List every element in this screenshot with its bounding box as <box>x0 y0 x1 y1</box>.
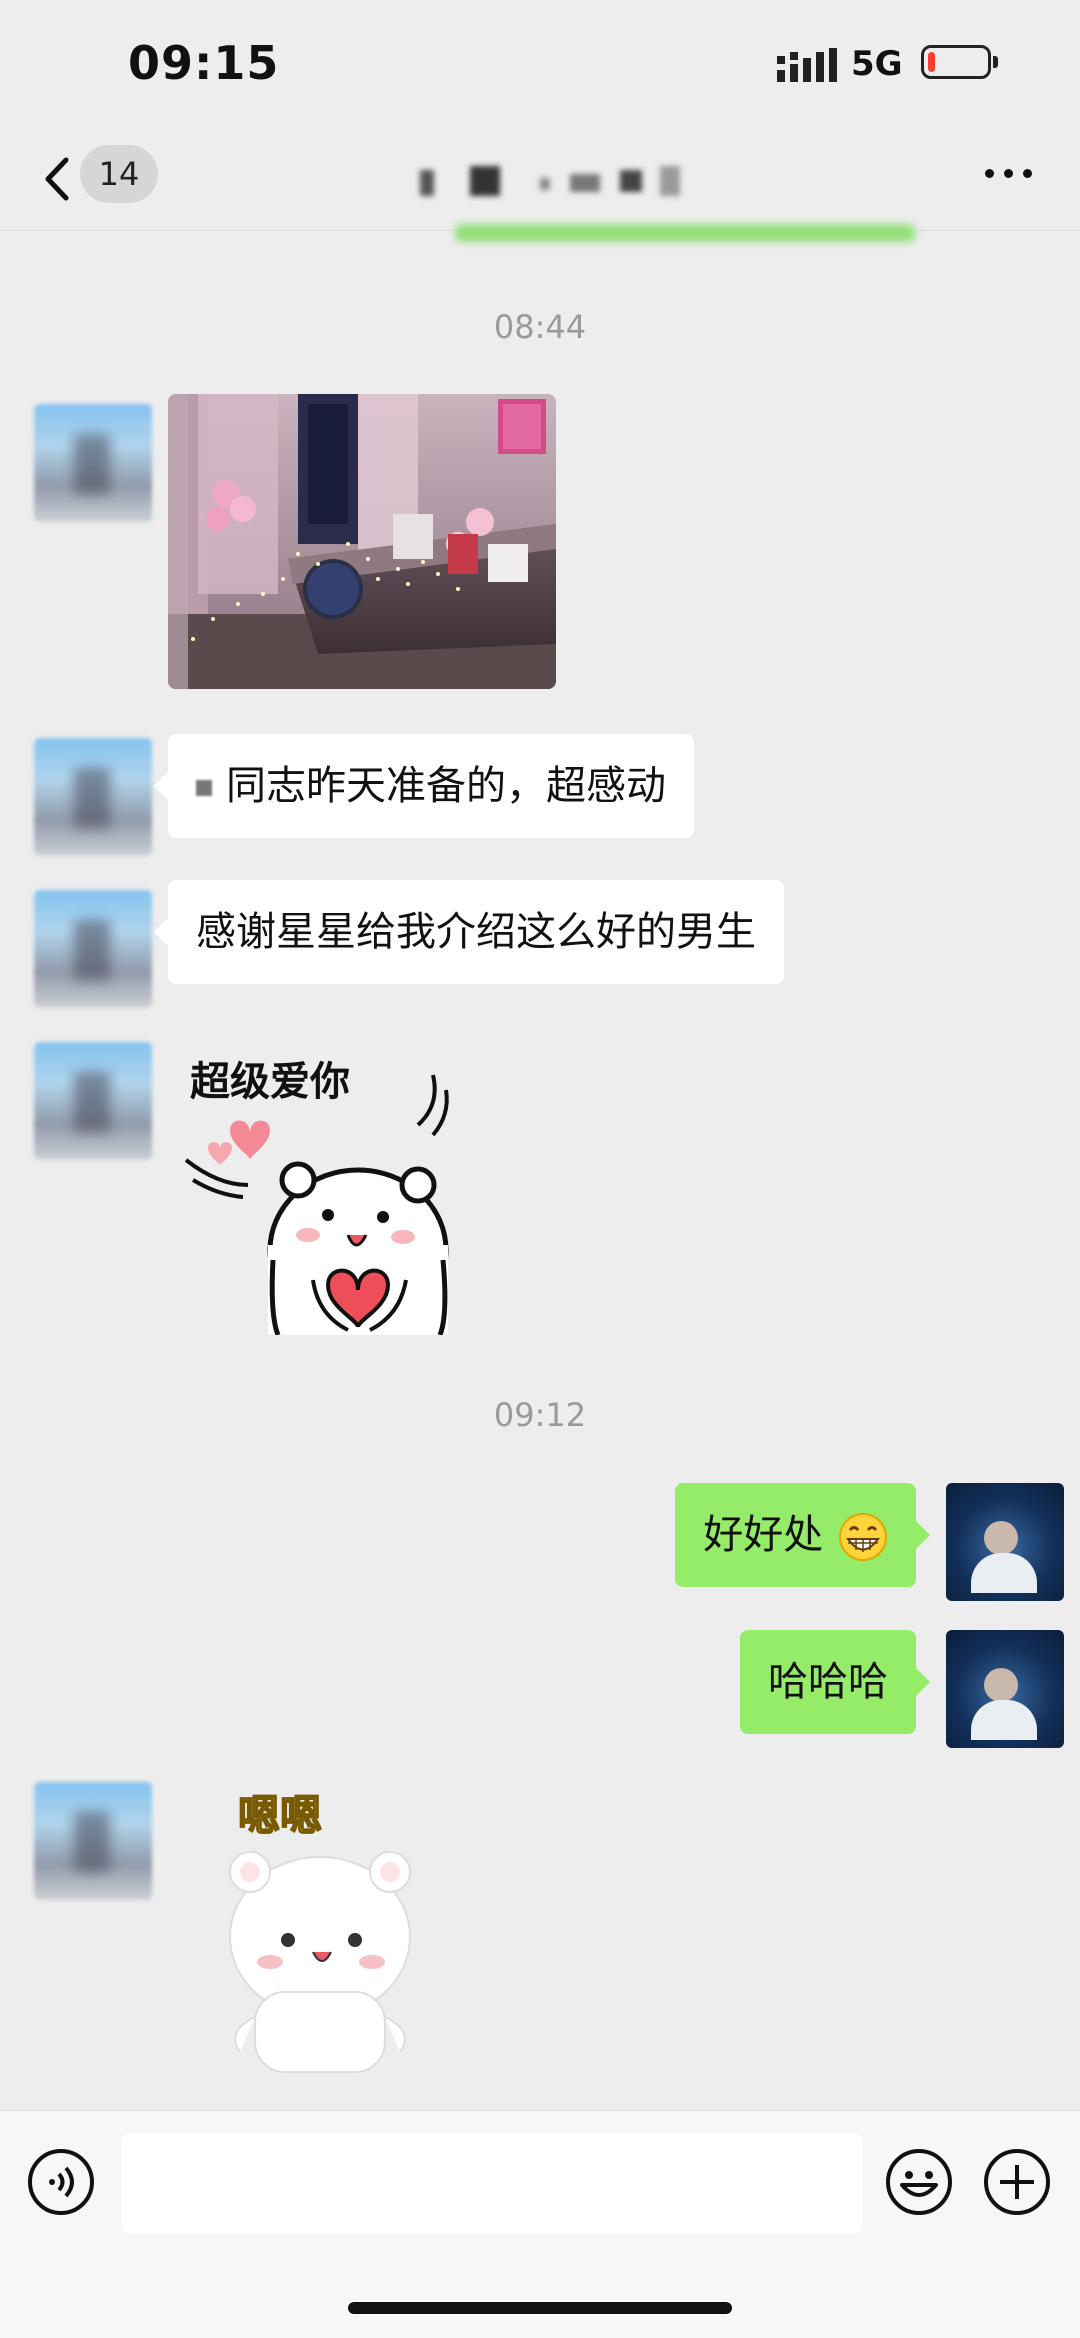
battery-icon <box>921 45 991 79</box>
message-bubble[interactable]: 哈哈哈 <box>740 1630 930 1734</box>
avatar[interactable] <box>34 738 152 856</box>
message-bubble[interactable]: 好好处 <box>675 1483 930 1587</box>
sticker-caption: 超级爱你 <box>190 1059 350 1105</box>
chevron-left-icon[interactable] <box>38 154 78 204</box>
message-text: 感谢星星给我介绍这么好的男生 <box>196 909 756 955</box>
unread-count-badge[interactable]: 14 <box>80 145 158 203</box>
status-bar: 09:15 5G <box>0 0 1080 130</box>
timestamp: 09:12 <box>493 1396 587 1434</box>
nodding-bear-sticker[interactable]: 嗯嗯 <box>210 1772 440 2082</box>
message-text: 好好处 <box>703 1512 824 1558</box>
avatar[interactable] <box>34 1782 152 1900</box>
message-text: 同志昨天准备的，超感动 <box>226 763 666 809</box>
timestamp: 08:44 <box>493 308 587 346</box>
home-indicator[interactable] <box>348 2302 732 2314</box>
message-text: 哈哈哈 <box>768 1659 888 1705</box>
sticker-caption: 嗯嗯 <box>238 1791 322 1840</box>
message-input[interactable] <box>122 2133 862 2233</box>
plus-icon[interactable] <box>982 2147 1052 2217</box>
battery-level <box>928 52 935 72</box>
message-bubble[interactable]: 同志昨天准备的，超感动 <box>154 734 694 838</box>
network-type: 5G <box>851 44 903 84</box>
message-bubble[interactable]: 感谢星星给我介绍这么好的男生 <box>154 880 784 984</box>
avatar[interactable] <box>34 404 152 522</box>
love-bear-sticker[interactable]: 超级爱你 <box>178 1045 468 1335</box>
photo-message[interactable] <box>168 394 556 689</box>
redacted-name <box>196 780 212 796</box>
more-dots-icon[interactable] <box>985 165 1035 185</box>
title-redaction-bar <box>455 224 915 242</box>
avatar[interactable] <box>34 1042 152 1160</box>
emoji-icon[interactable] <box>884 2147 954 2217</box>
battery-tip <box>993 56 998 68</box>
avatar[interactable] <box>946 1630 1064 1748</box>
avatar[interactable] <box>34 890 152 1008</box>
chat-title-redacted <box>420 160 690 206</box>
avatar[interactable] <box>946 1483 1064 1601</box>
signal-icon <box>777 48 837 82</box>
status-time: 09:15 <box>128 36 280 90</box>
voice-icon[interactable] <box>26 2147 96 2217</box>
grinning-face-icon <box>839 1513 887 1561</box>
